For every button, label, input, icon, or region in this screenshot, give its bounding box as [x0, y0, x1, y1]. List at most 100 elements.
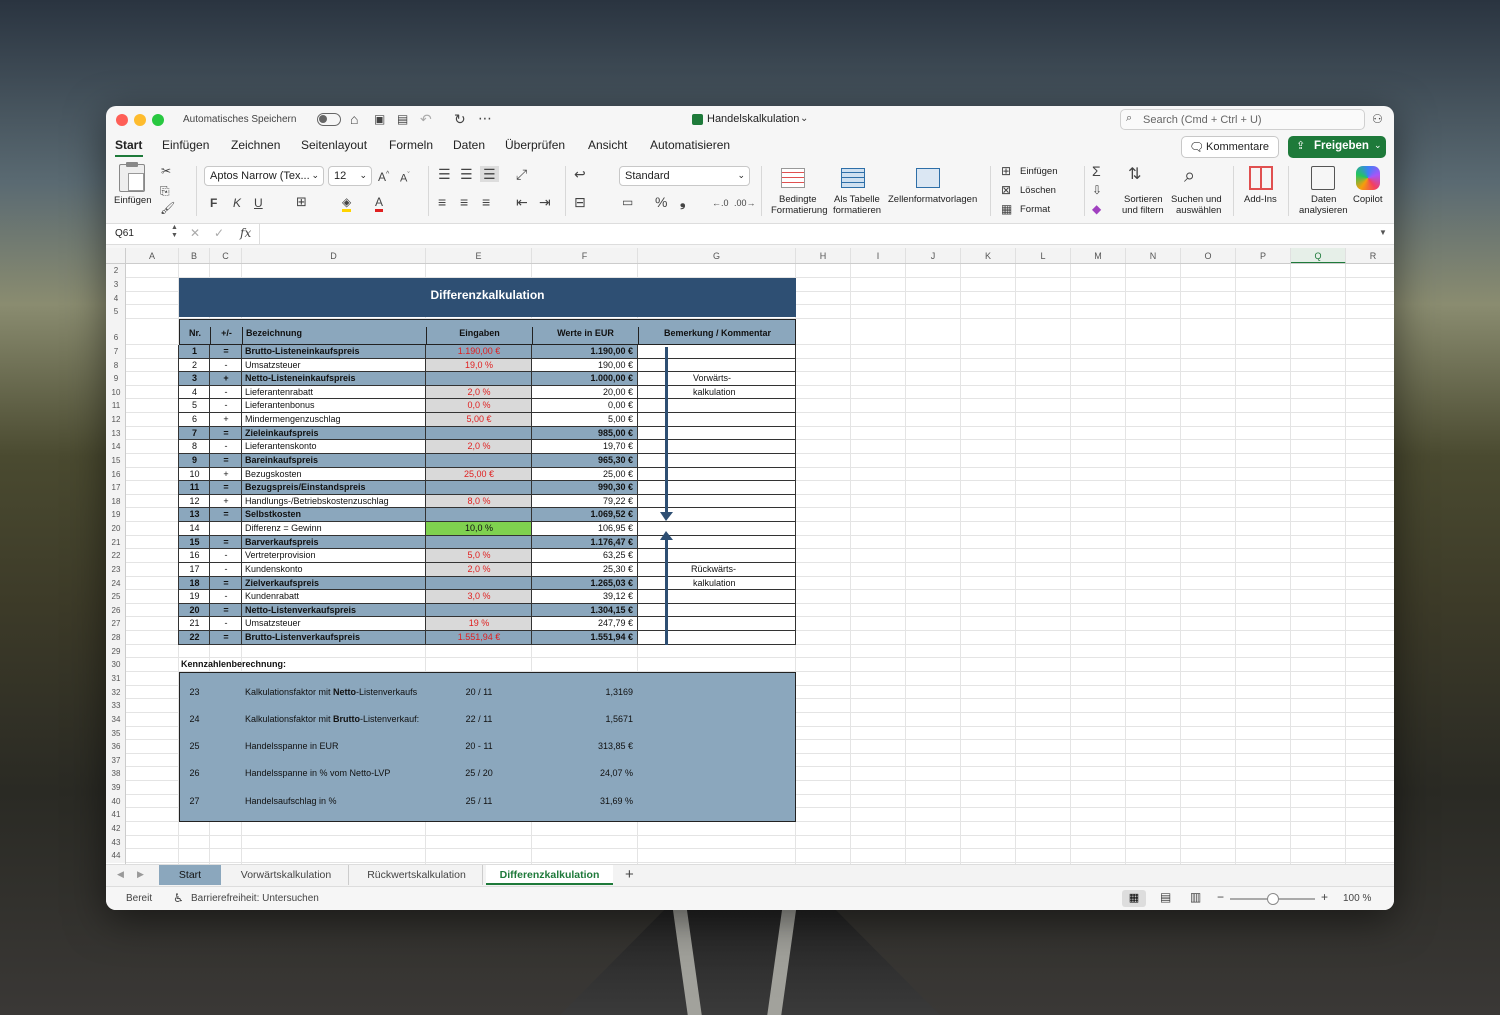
- add-ins-label[interactable]: Add-Ins: [1244, 195, 1277, 205]
- column-header[interactable]: J: [906, 248, 961, 264]
- row-header[interactable]: 3: [106, 277, 126, 292]
- copilot-label[interactable]: Copilot: [1353, 195, 1383, 205]
- share-button[interactable]: ⇪ Freigeben ⌄: [1288, 136, 1386, 158]
- sheet-tab-vorwaerts[interactable]: Vorwärtskalkulation: [224, 865, 349, 885]
- insert-cells-label[interactable]: Einfügen: [1020, 167, 1058, 177]
- close-button[interactable]: [116, 114, 128, 126]
- page-layout-icon[interactable]: ▤: [1160, 890, 1171, 904]
- cancel-icon[interactable]: ✕: [190, 226, 200, 240]
- column-header[interactable]: P: [1236, 248, 1291, 264]
- table-cell-input[interactable]: 0,0 %: [426, 399, 532, 412]
- tab-automatisieren[interactable]: Automatisieren: [650, 138, 730, 152]
- align-bottom-icon[interactable]: ☰: [480, 166, 499, 182]
- cell-styles-icon[interactable]: [916, 168, 940, 188]
- row-header[interactable]: 23: [106, 562, 126, 577]
- font-color-icon[interactable]: A: [375, 195, 384, 212]
- row-header[interactable]: 33: [106, 699, 126, 713]
- select-all-corner[interactable]: [106, 248, 126, 264]
- row-header[interactable]: 14: [106, 440, 126, 454]
- row-header[interactable]: 18: [106, 494, 126, 509]
- zoom-out-icon[interactable]: −: [1217, 890, 1224, 904]
- row-header[interactable]: 43: [106, 835, 126, 850]
- font-family-select[interactable]: Aptos Narrow (Tex... ⌄: [204, 166, 324, 186]
- sheet-tab-differenz[interactable]: Differenzkalkulation: [486, 865, 613, 885]
- find-select-label-2[interactable]: auswählen: [1176, 206, 1221, 216]
- row-header[interactable]: 32: [106, 685, 126, 700]
- row-header[interactable]: 24: [106, 576, 126, 591]
- expand-formula-icon[interactable]: ▼: [1379, 228, 1387, 237]
- zoom-level[interactable]: 100 %: [1343, 893, 1371, 904]
- fill-icon[interactable]: ⇩: [1092, 183, 1102, 197]
- column-header[interactable]: R: [1346, 248, 1394, 264]
- row-header[interactable]: 26: [106, 603, 126, 618]
- align-top-icon[interactable]: ☰: [438, 167, 451, 181]
- accessibility-status[interactable]: Barrierefreiheit: Untersuchen: [191, 893, 319, 904]
- table-cell-input[interactable]: 3,0 %: [426, 590, 532, 603]
- row-header[interactable]: 25: [106, 590, 126, 604]
- conditional-formatting-icon[interactable]: [781, 168, 805, 188]
- delete-cells-icon[interactable]: ⊠: [1001, 183, 1011, 197]
- column-header[interactable]: L: [1016, 248, 1071, 264]
- column-header[interactable]: B: [179, 248, 210, 264]
- row-header[interactable]: 38: [106, 767, 126, 782]
- add-ins-icon[interactable]: [1249, 166, 1273, 190]
- increase-decimal-icon[interactable]: ←.0: [712, 196, 729, 210]
- currency-icon[interactable]: ▭: [622, 195, 633, 209]
- table-cell-input[interactable]: 1.551,94 €: [426, 631, 532, 644]
- sort-filter-label-1[interactable]: Sortieren: [1124, 195, 1163, 205]
- column-header[interactable]: M: [1071, 248, 1126, 264]
- analyze-data-label-2[interactable]: analysieren: [1299, 206, 1348, 216]
- row-header[interactable]: 5: [106, 305, 126, 319]
- row-header[interactable]: 12: [106, 413, 126, 427]
- column-header[interactable]: A: [126, 248, 179, 264]
- column-header[interactable]: K: [961, 248, 1016, 264]
- italic-button[interactable]: K: [233, 196, 241, 210]
- sheet-tab-rueckwerts[interactable]: Rückwertskalkulation: [351, 865, 483, 885]
- table-cell-input[interactable]: 19,0 %: [426, 359, 532, 372]
- tab-ansicht[interactable]: Ansicht: [588, 138, 627, 152]
- zoom-slider[interactable]: [1230, 893, 1315, 905]
- row-header[interactable]: 28: [106, 631, 126, 645]
- row-header[interactable]: 44: [106, 849, 126, 863]
- table-cell-input[interactable]: 2,0 %: [426, 440, 532, 453]
- share-people-icon[interactable]: ⚇: [1372, 112, 1383, 126]
- tab-daten[interactable]: Daten: [453, 138, 485, 152]
- find-select-label-1[interactable]: Suchen und: [1171, 195, 1222, 205]
- row-header[interactable]: 39: [106, 781, 126, 795]
- table-cell-input[interactable]: 10,0 %: [426, 522, 532, 535]
- analyze-data-label-1[interactable]: Daten: [1311, 195, 1336, 205]
- row-header[interactable]: 22: [106, 549, 126, 563]
- column-header[interactable]: F: [532, 248, 638, 264]
- row-header[interactable]: 31: [106, 672, 126, 686]
- formula-input[interactable]: [259, 224, 1374, 244]
- column-header[interactable]: E: [426, 248, 532, 264]
- row-header[interactable]: 21: [106, 535, 126, 550]
- page-break-icon[interactable]: ▥: [1190, 890, 1201, 904]
- confirm-icon[interactable]: ✓: [214, 226, 224, 240]
- table-cell-input[interactable]: 2,0 %: [426, 563, 532, 576]
- percent-icon[interactable]: %: [655, 195, 667, 209]
- tab-ueberpruefen[interactable]: Überprüfen: [505, 138, 565, 152]
- home-icon[interactable]: ⌂: [350, 112, 358, 126]
- table-cell-input[interactable]: 5,00 €: [426, 413, 532, 426]
- search-box[interactable]: ⌕ Search (Cmd + Ctrl + U): [1120, 109, 1365, 130]
- add-sheet-icon[interactable]: +: [625, 866, 634, 883]
- row-header[interactable]: 41: [106, 808, 126, 822]
- save-icon[interactable]: ▣: [374, 112, 385, 126]
- table-cell-input[interactable]: 8,0 %: [426, 495, 532, 508]
- more-icon[interactable]: ⋯: [478, 111, 492, 125]
- delete-cells-label[interactable]: Löschen: [1020, 186, 1056, 196]
- spreadsheet-grid[interactable]: A B C D E F G H I J K L M N O P Q R 2 3 4 5 6 7 8 9 10 11 12 13 14 15 16…: [106, 248, 1394, 864]
- column-header[interactable]: G: [638, 248, 796, 264]
- align-middle-icon[interactable]: ☰: [460, 167, 473, 181]
- table-cell-input[interactable]: 19 %: [426, 617, 532, 630]
- row-header[interactable]: 20: [106, 522, 126, 536]
- row-header[interactable]: 27: [106, 617, 126, 632]
- row-header[interactable]: 2: [106, 264, 126, 278]
- save-as-icon[interactable]: ▤: [397, 112, 408, 126]
- row-header[interactable]: 42: [106, 821, 126, 836]
- align-center-icon[interactable]: ≡: [460, 195, 468, 209]
- find-select-icon[interactable]: ⌕: [1184, 166, 1195, 186]
- comments-button[interactable]: 🗨 Kommentare: [1181, 136, 1279, 158]
- name-box-stepper-icon[interactable]: ▲ ▼: [171, 224, 178, 240]
